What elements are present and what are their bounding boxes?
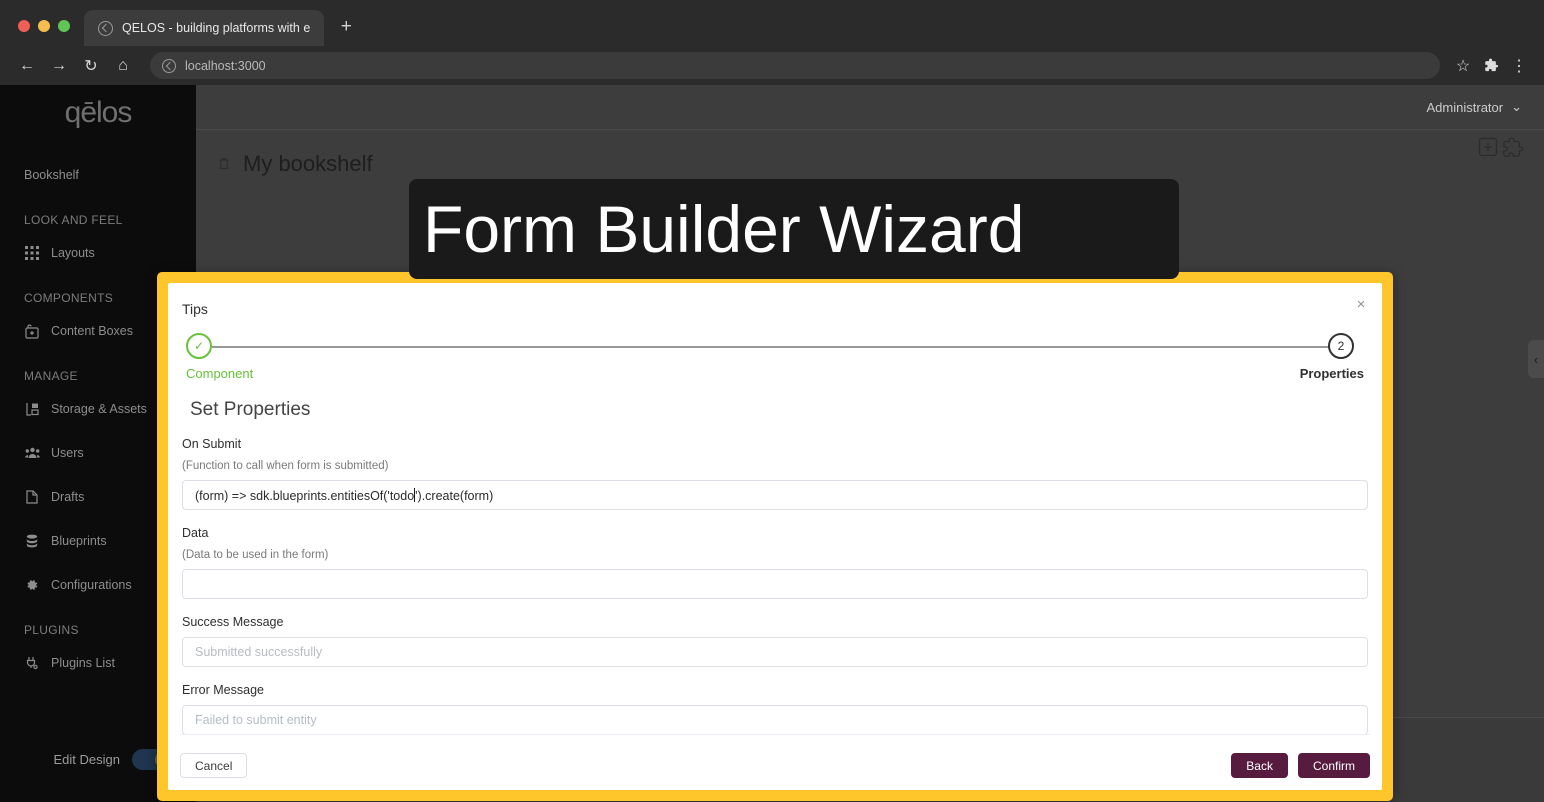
field-hint: (Data to be used in the form) bbox=[182, 549, 329, 561]
form-builder-modal-highlight: Tips × ✓ Component 2 Properties Set Prop… bbox=[157, 272, 1393, 801]
browser-tab[interactable]: QELOS - building platforms with e bbox=[84, 10, 325, 46]
cancel-button[interactable]: Cancel bbox=[180, 753, 248, 778]
new-tab-button[interactable]: + bbox=[332, 14, 360, 42]
field-label: On Submit bbox=[182, 437, 242, 451]
text-cursor bbox=[414, 487, 416, 502]
plus-box-icon[interactable] bbox=[1478, 137, 1498, 162]
wizard-step-component[interactable]: ✓ Component bbox=[186, 333, 253, 381]
success-message-placeholder: Submitted successfully bbox=[195, 645, 323, 659]
field-on-submit: On Submit (Function to call when form is… bbox=[180, 437, 1370, 510]
app-logo[interactable]: qēlos bbox=[0, 85, 196, 141]
forward-button[interactable]: → bbox=[44, 51, 74, 81]
modal-title: Tips bbox=[182, 301, 208, 317]
site-globe-icon bbox=[162, 58, 176, 73]
browser-tab-title: QELOS - building platforms with e bbox=[122, 21, 311, 35]
field-label: Success Message bbox=[182, 615, 284, 629]
error-message-placeholder: Failed to submit entity bbox=[195, 713, 317, 727]
field-label: Data bbox=[182, 526, 209, 540]
top-bar: Administrator ⌄ bbox=[196, 85, 1544, 130]
browser-toolbar: ← → ↻ ⌂ localhost:3000 ☆ ⋮ bbox=[0, 46, 1544, 85]
back-button[interactable]: Back bbox=[1231, 753, 1288, 778]
modal-footer: Cancel Back Confirm bbox=[180, 734, 1370, 778]
step-1-label: Component bbox=[186, 366, 254, 381]
sidebar-section-look-and-feel: LOOK AND FEEL bbox=[24, 213, 123, 227]
window-traffic-lights bbox=[0, 20, 84, 46]
close-icon[interactable]: × bbox=[1352, 295, 1370, 313]
grid-icon bbox=[24, 245, 40, 261]
modal-footer-actions: Back Confirm bbox=[1231, 753, 1370, 778]
plug-icon bbox=[24, 655, 40, 671]
on-submit-input[interactable]: (form) => sdk.blueprints.entitiesOf('tod… bbox=[182, 480, 1368, 510]
sidebar-item-label: Blueprints bbox=[51, 534, 107, 548]
success-message-input[interactable]: Submitted successfully bbox=[182, 637, 1368, 667]
bookmark-star-icon[interactable]: ☆ bbox=[1450, 53, 1476, 79]
step-1-circle: ✓ bbox=[186, 333, 212, 359]
sidebar-item-bookshelf[interactable]: Bookshelf bbox=[0, 153, 196, 197]
users-icon bbox=[24, 445, 40, 461]
database-icon bbox=[24, 533, 40, 549]
wizard-step-properties[interactable]: 2 Properties bbox=[1300, 333, 1364, 381]
address-bar-url: localhost:3000 bbox=[185, 58, 266, 73]
sidebar-item-label: Bookshelf bbox=[24, 168, 79, 182]
close-window-button[interactable] bbox=[18, 20, 30, 32]
browser-window: QELOS - building platforms with e + ← → … bbox=[0, 0, 1544, 802]
field-hint: (Function to call when form is submitted… bbox=[182, 460, 389, 472]
page-title: My bookshelf bbox=[243, 150, 373, 176]
form-builder-modal: Tips × ✓ Component 2 Properties Set Prop… bbox=[168, 283, 1382, 790]
step-2-label: Properties bbox=[1299, 366, 1364, 381]
sidebar-item-layouts[interactable]: Layouts bbox=[0, 231, 196, 275]
maximize-window-button[interactable] bbox=[58, 20, 70, 32]
back-button[interactable]: ← bbox=[12, 51, 42, 81]
section-title: Set Properties bbox=[190, 399, 311, 420]
document-icon bbox=[24, 489, 40, 505]
page-header-actions bbox=[1478, 137, 1524, 164]
gear-icon bbox=[24, 577, 40, 593]
sidebar-item-label: Configurations bbox=[51, 578, 132, 592]
puzzle-piece-icon[interactable] bbox=[1502, 137, 1524, 164]
sidebar-item-label: Drafts bbox=[51, 490, 85, 504]
storage-icon bbox=[24, 401, 40, 417]
sidebar-item-label: Storage & Assets bbox=[51, 402, 147, 416]
home-button[interactable]: ⌂ bbox=[108, 51, 138, 81]
extensions-puzzle-icon[interactable] bbox=[1478, 53, 1504, 79]
globe-icon bbox=[98, 20, 113, 36]
step-2-circle: 2 bbox=[1328, 333, 1354, 359]
browser-menu-icon[interactable]: ⋮ bbox=[1506, 53, 1532, 79]
on-submit-value: (form) => sdk.blueprints.entitiesOf('tod… bbox=[195, 487, 494, 503]
overlay-title: Form Builder Wizard bbox=[409, 179, 1179, 279]
address-bar[interactable]: localhost:3000 bbox=[150, 52, 1440, 79]
confirm-button[interactable]: Confirm bbox=[1297, 753, 1370, 778]
sidebar-item-label: Content Boxes bbox=[51, 324, 133, 338]
edit-design-label: Edit Design bbox=[53, 751, 120, 767]
trash-icon[interactable] bbox=[218, 157, 231, 171]
browser-tab-strip: QELOS - building platforms with e + bbox=[0, 0, 1544, 46]
error-message-input[interactable]: Failed to submit entity bbox=[182, 705, 1368, 735]
data-input[interactable] bbox=[182, 569, 1368, 599]
panel-collapse-handle[interactable]: ‹ bbox=[1528, 340, 1544, 378]
sidebar-top-group: Bookshelf bbox=[0, 141, 196, 197]
application: qēlos Bookshelf LOOK AND FEEL Layouts CO… bbox=[0, 85, 1544, 802]
field-label: Error Message bbox=[182, 683, 264, 697]
box-icon bbox=[24, 323, 40, 339]
user-menu-label[interactable]: Administrator bbox=[1427, 100, 1504, 115]
field-data: Data (Data to be used in the form) bbox=[180, 526, 1370, 599]
field-success-message: Success Message Submitted successfully bbox=[180, 615, 1370, 667]
sidebar-item-label: Plugins List bbox=[51, 656, 115, 670]
sidebar-item-label: Layouts bbox=[51, 246, 95, 260]
chevron-down-icon[interactable]: ⌄ bbox=[1511, 99, 1522, 115]
field-error-message: Error Message Failed to submit entity bbox=[180, 683, 1370, 735]
sidebar-item-label: Users bbox=[51, 446, 84, 460]
wizard-stepper: ✓ Component 2 Properties bbox=[186, 333, 1364, 385]
reload-button[interactable]: ↻ bbox=[76, 51, 106, 81]
stepper-track bbox=[212, 346, 1338, 348]
minimize-window-button[interactable] bbox=[38, 20, 50, 32]
